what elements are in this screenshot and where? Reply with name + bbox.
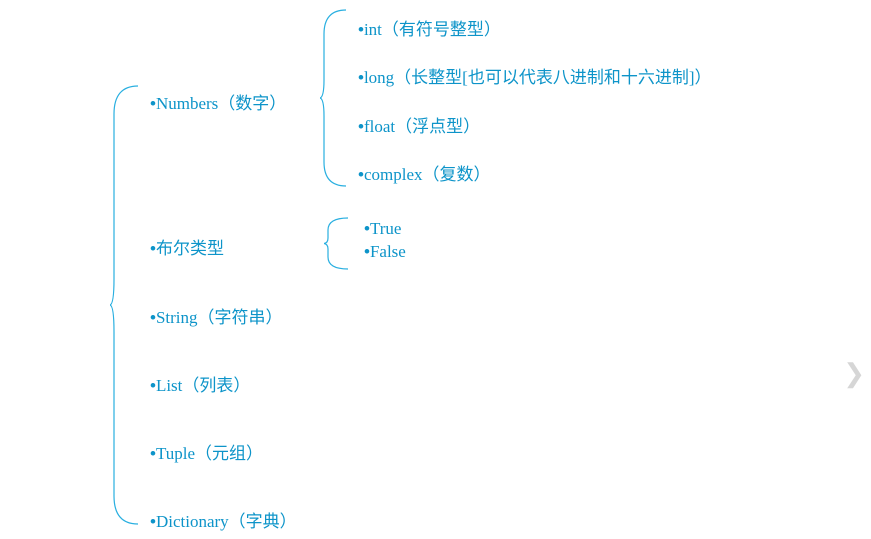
child-label: False [370, 242, 406, 261]
category-boolean: •布尔类型 [150, 234, 224, 259]
child-label: int（有符号整型） [364, 20, 501, 39]
category-label: 布尔类型 [156, 239, 224, 258]
child-label: float（浮点型） [364, 117, 480, 136]
category-label: String（字符串） [156, 308, 283, 327]
numbers-child-long: •long（长整型[也可以代表八进制和十六进制]） [358, 63, 712, 88]
numbers-child-float: •float（浮点型） [358, 112, 480, 137]
type-hierarchy-diagram: •Numbers（数字） •布尔类型 •String（字符串） •List（列表… [0, 0, 871, 539]
child-label: True [370, 219, 402, 238]
boolean-bracket [324, 216, 350, 271]
numbers-bracket [320, 8, 348, 188]
main-bracket [110, 84, 140, 526]
category-label: List（列表） [156, 376, 250, 395]
numbers-child-complex: •complex（复数） [358, 160, 491, 185]
category-string: •String（字符串） [150, 303, 283, 328]
category-list: •List（列表） [150, 371, 250, 396]
child-label: long（长整型[也可以代表八进制和十六进制]） [364, 68, 712, 87]
child-label: complex（复数） [364, 165, 491, 184]
boolean-child-true: •True [364, 219, 401, 239]
boolean-child-false: •False [364, 242, 406, 262]
category-label: Numbers（数字） [156, 94, 286, 113]
category-label: Tuple（元组） [156, 444, 263, 463]
category-tuple: •Tuple（元组） [150, 439, 263, 464]
category-label: Dictionary（字典） [156, 512, 297, 531]
category-dictionary: •Dictionary（字典） [150, 507, 297, 532]
category-numbers: •Numbers（数字） [150, 89, 286, 114]
chevron-right-icon[interactable]: ❯ [843, 358, 865, 389]
numbers-child-int: •int（有符号整型） [358, 15, 501, 40]
